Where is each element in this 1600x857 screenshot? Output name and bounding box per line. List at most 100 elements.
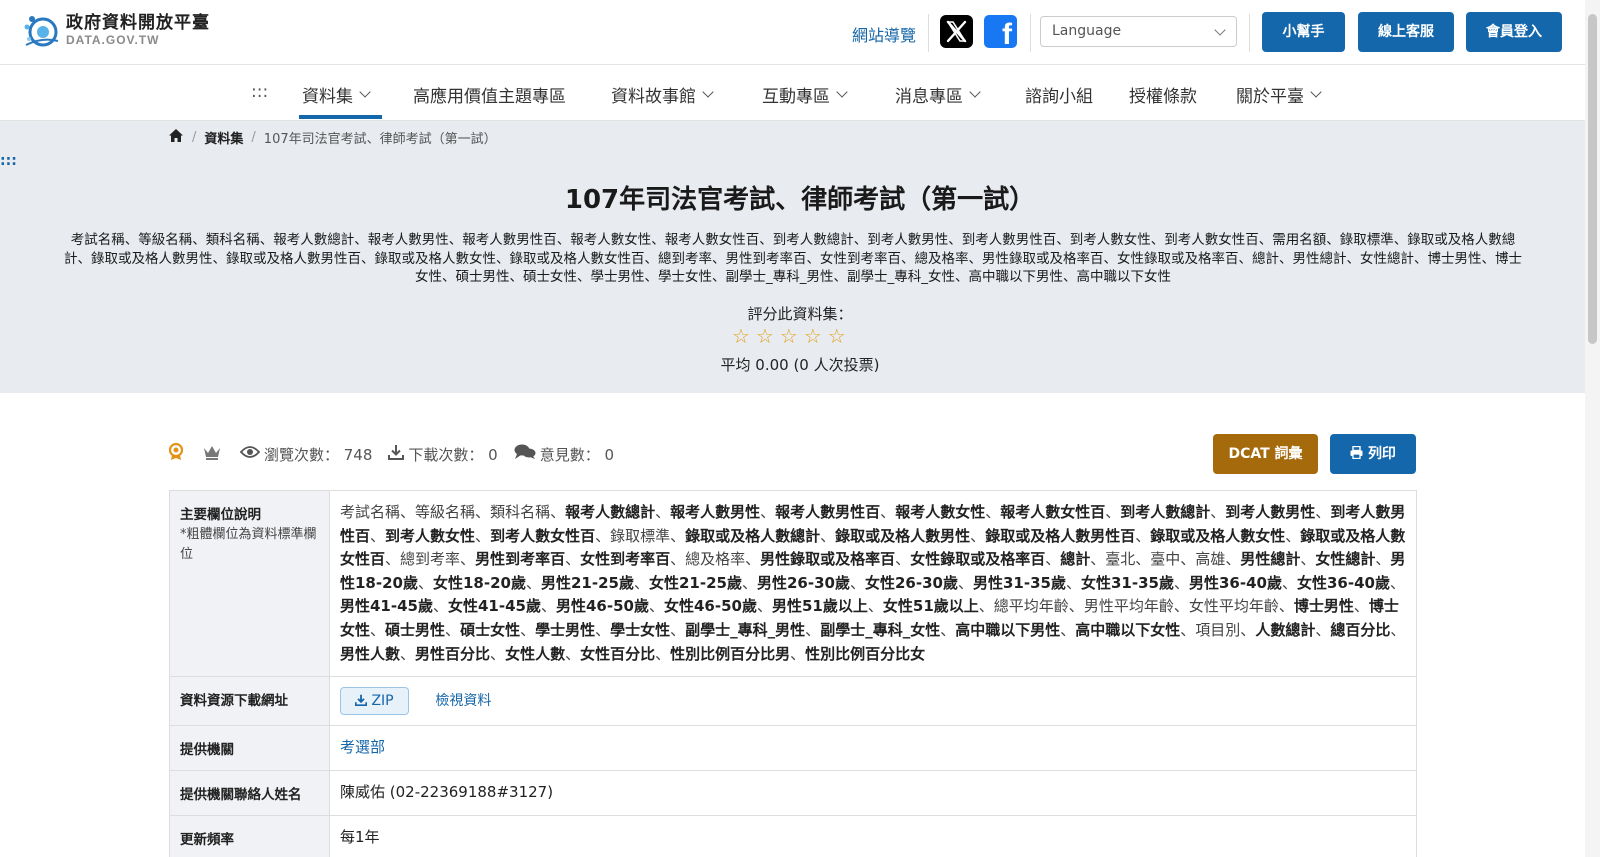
scrollbar-thumb[interactable] (1588, 14, 1597, 344)
field-name: 錄取或及格人數總計 (685, 526, 821, 545)
field-name: 報考人數男性百 (775, 503, 881, 521)
field-name: 類科名稱 (490, 503, 551, 521)
page-scrollbar[interactable] (1585, 0, 1600, 857)
field-name: 女性人數 (505, 644, 566, 663)
breadcrumb: / 資料集 / 107年司法官考試、律師考試（第一試） (168, 128, 497, 147)
download-icon (388, 444, 405, 464)
field-name: 女性平均年齡 (1188, 597, 1279, 616)
fields-key-note: *粗體欄位為資料標準欄位 (180, 527, 317, 562)
field-name: 碩士女性 (460, 620, 521, 639)
star-icon[interactable]: ☆ (732, 326, 750, 346)
field-name: 男性到考率百 (475, 550, 566, 569)
row-key: 主要欄位說明 *粗體欄位為資料標準欄位 (170, 491, 330, 677)
star-icon[interactable]: ☆ (780, 326, 798, 346)
nav-item-news[interactable]: 消息專區 (895, 82, 981, 107)
facebook-icon[interactable]: f (984, 15, 1017, 48)
print-button[interactable]: 列印 (1330, 434, 1416, 474)
comment-count: 意見數： 0 (539, 445, 615, 464)
logo-icon (22, 11, 60, 49)
field-name: 女性36-40歲 (1297, 573, 1390, 592)
rating-label: 評分此資料集： (747, 305, 853, 323)
nav-item-license[interactable]: 授權條款 (1129, 82, 1197, 107)
nav-item-advisory[interactable]: 諮詢小組 (1025, 82, 1093, 107)
agency-link[interactable]: 考選部 (340, 738, 385, 756)
dataset-stats: 瀏覽次數： 748 下載次數： 0 意見數： 0 (168, 442, 615, 465)
field-name: 項目別 (1195, 620, 1241, 639)
chevron-down-icon (969, 86, 981, 98)
star-icon[interactable]: ☆ (756, 326, 774, 346)
star-icon[interactable]: ☆ (828, 326, 846, 346)
chevron-down-icon (702, 86, 714, 98)
site-header: 政府資料開放平臺 DATA.GOV.TW 網站導覽 f Language 小幫手… (0, 0, 1600, 65)
field-name: 女性總計 (1315, 550, 1376, 569)
field-name: 女性到考率百 (580, 550, 671, 569)
main-navigation: ::: 資料集 高應用價值主題專區 資料故事館 互動專區 消息專區 諮詢小組 授… (0, 65, 1600, 121)
field-name: 錄取或及格人數男性 (835, 526, 971, 545)
nav-item-about[interactable]: 關於平臺 (1236, 82, 1322, 107)
home-icon[interactable] (168, 128, 184, 147)
site-map-link[interactable]: 網站導覽 (852, 22, 916, 46)
field-name: 臺中 (1150, 550, 1181, 569)
nav-item-datasets[interactable]: 資料集 (302, 82, 371, 107)
field-name: 人數總計 (1255, 620, 1316, 639)
download-icon (354, 693, 368, 709)
nav-accesskey[interactable]: ::: (251, 82, 268, 102)
row-key: 提供機關 (170, 726, 330, 771)
field-name: 學士男性 (535, 620, 596, 639)
dataset-description: 考試名稱、等級名稱、類科名稱、報考人數總計、報考人數男性、報考人數男性百、報考人… (64, 232, 1522, 285)
zip-label: ZIP (371, 693, 394, 710)
view-data-link[interactable]: 檢視資料 (435, 693, 491, 709)
field-name: 到考人數男性 (1225, 503, 1316, 521)
breadcrumb-datasets[interactable]: 資料集 (204, 128, 243, 147)
nav-active-indicator (299, 115, 382, 119)
dataset-hero: / 資料集 / 107年司法官考試、律師考試（第一試） ::: 107年司法官考… (0, 121, 1600, 393)
language-select[interactable]: Language (1040, 16, 1237, 47)
fields-key-label: 主要欄位說明 (180, 507, 261, 523)
nav-label: 高應用價值主題專區 (413, 87, 566, 107)
dataset-info-table: 主要欄位說明 *粗體欄位為資料標準欄位 考試名稱、等級名稱、類科名稱、報考人數總… (169, 490, 1417, 857)
field-name: 總計 (1060, 550, 1091, 569)
field-name: 臺北 (1105, 550, 1136, 569)
field-name: 副學士_專科_男性 (685, 620, 806, 639)
table-row: 提供機關 考選部 (170, 726, 1416, 772)
nav-item-interactive[interactable]: 互動專區 (762, 82, 848, 107)
online-service-button[interactable]: 線上客服 (1358, 12, 1454, 52)
nav-item-high-value[interactable]: 高應用價值主題專區 (413, 82, 566, 107)
chevron-down-icon (1214, 24, 1226, 36)
field-name: 等級名稱 (415, 503, 476, 521)
field-name: 報考人數總計 (565, 503, 656, 521)
field-name: 男性51歲以上 (772, 597, 868, 616)
x-twitter-icon[interactable] (940, 15, 973, 48)
site-logo[interactable]: 政府資料開放平臺 DATA.GOV.TW (22, 11, 210, 49)
nav-label: 互動專區 (762, 87, 830, 107)
logo-subtitle: DATA.GOV.TW (66, 33, 160, 47)
print-label: 列印 (1367, 446, 1396, 462)
nav-label: 資料集 (302, 87, 353, 107)
zip-download-button[interactable]: ZIP (340, 687, 409, 716)
field-name: 男性錄取或及格率百 (760, 550, 896, 569)
field-name: 男性41-45歲 (340, 597, 433, 616)
field-name: 女性18-20歲 (433, 573, 526, 592)
field-name: 女性百分比 (580, 644, 656, 663)
field-name: 男性31-35歲 (973, 573, 1066, 592)
dcat-button[interactable]: DCAT 詞彙 (1213, 434, 1318, 474)
field-name: 男性26-30歲 (757, 573, 850, 592)
table-row: 更新頻率 每1年 (170, 816, 1416, 857)
member-login-button[interactable]: 會員登入 (1466, 12, 1562, 52)
table-row: 主要欄位說明 *粗體欄位為資料標準欄位 考試名稱、等級名稱、類科名稱、報考人數總… (170, 491, 1416, 678)
field-name: 報考人數女性 (895, 503, 986, 521)
field-name: 總平均年齡 (993, 597, 1069, 616)
logo-title: 政府資料開放平臺 (66, 13, 210, 33)
comments-icon (514, 444, 536, 464)
field-name: 博士男性 (1293, 597, 1354, 616)
nav-item-stories[interactable]: 資料故事館 (611, 82, 714, 107)
star-icon[interactable]: ☆ (804, 326, 822, 346)
language-select-value: Language (1052, 23, 1122, 39)
chevron-down-icon (1310, 86, 1322, 98)
field-name: 錄取或及格人數男性百 (985, 526, 1136, 545)
helper-button[interactable]: 小幫手 (1262, 12, 1345, 52)
field-name: 女性46-50歲 (664, 597, 757, 616)
content-accesskey[interactable]: ::: (0, 153, 17, 169)
nav-label: 資料故事館 (611, 87, 696, 107)
crown-icon (202, 444, 222, 464)
